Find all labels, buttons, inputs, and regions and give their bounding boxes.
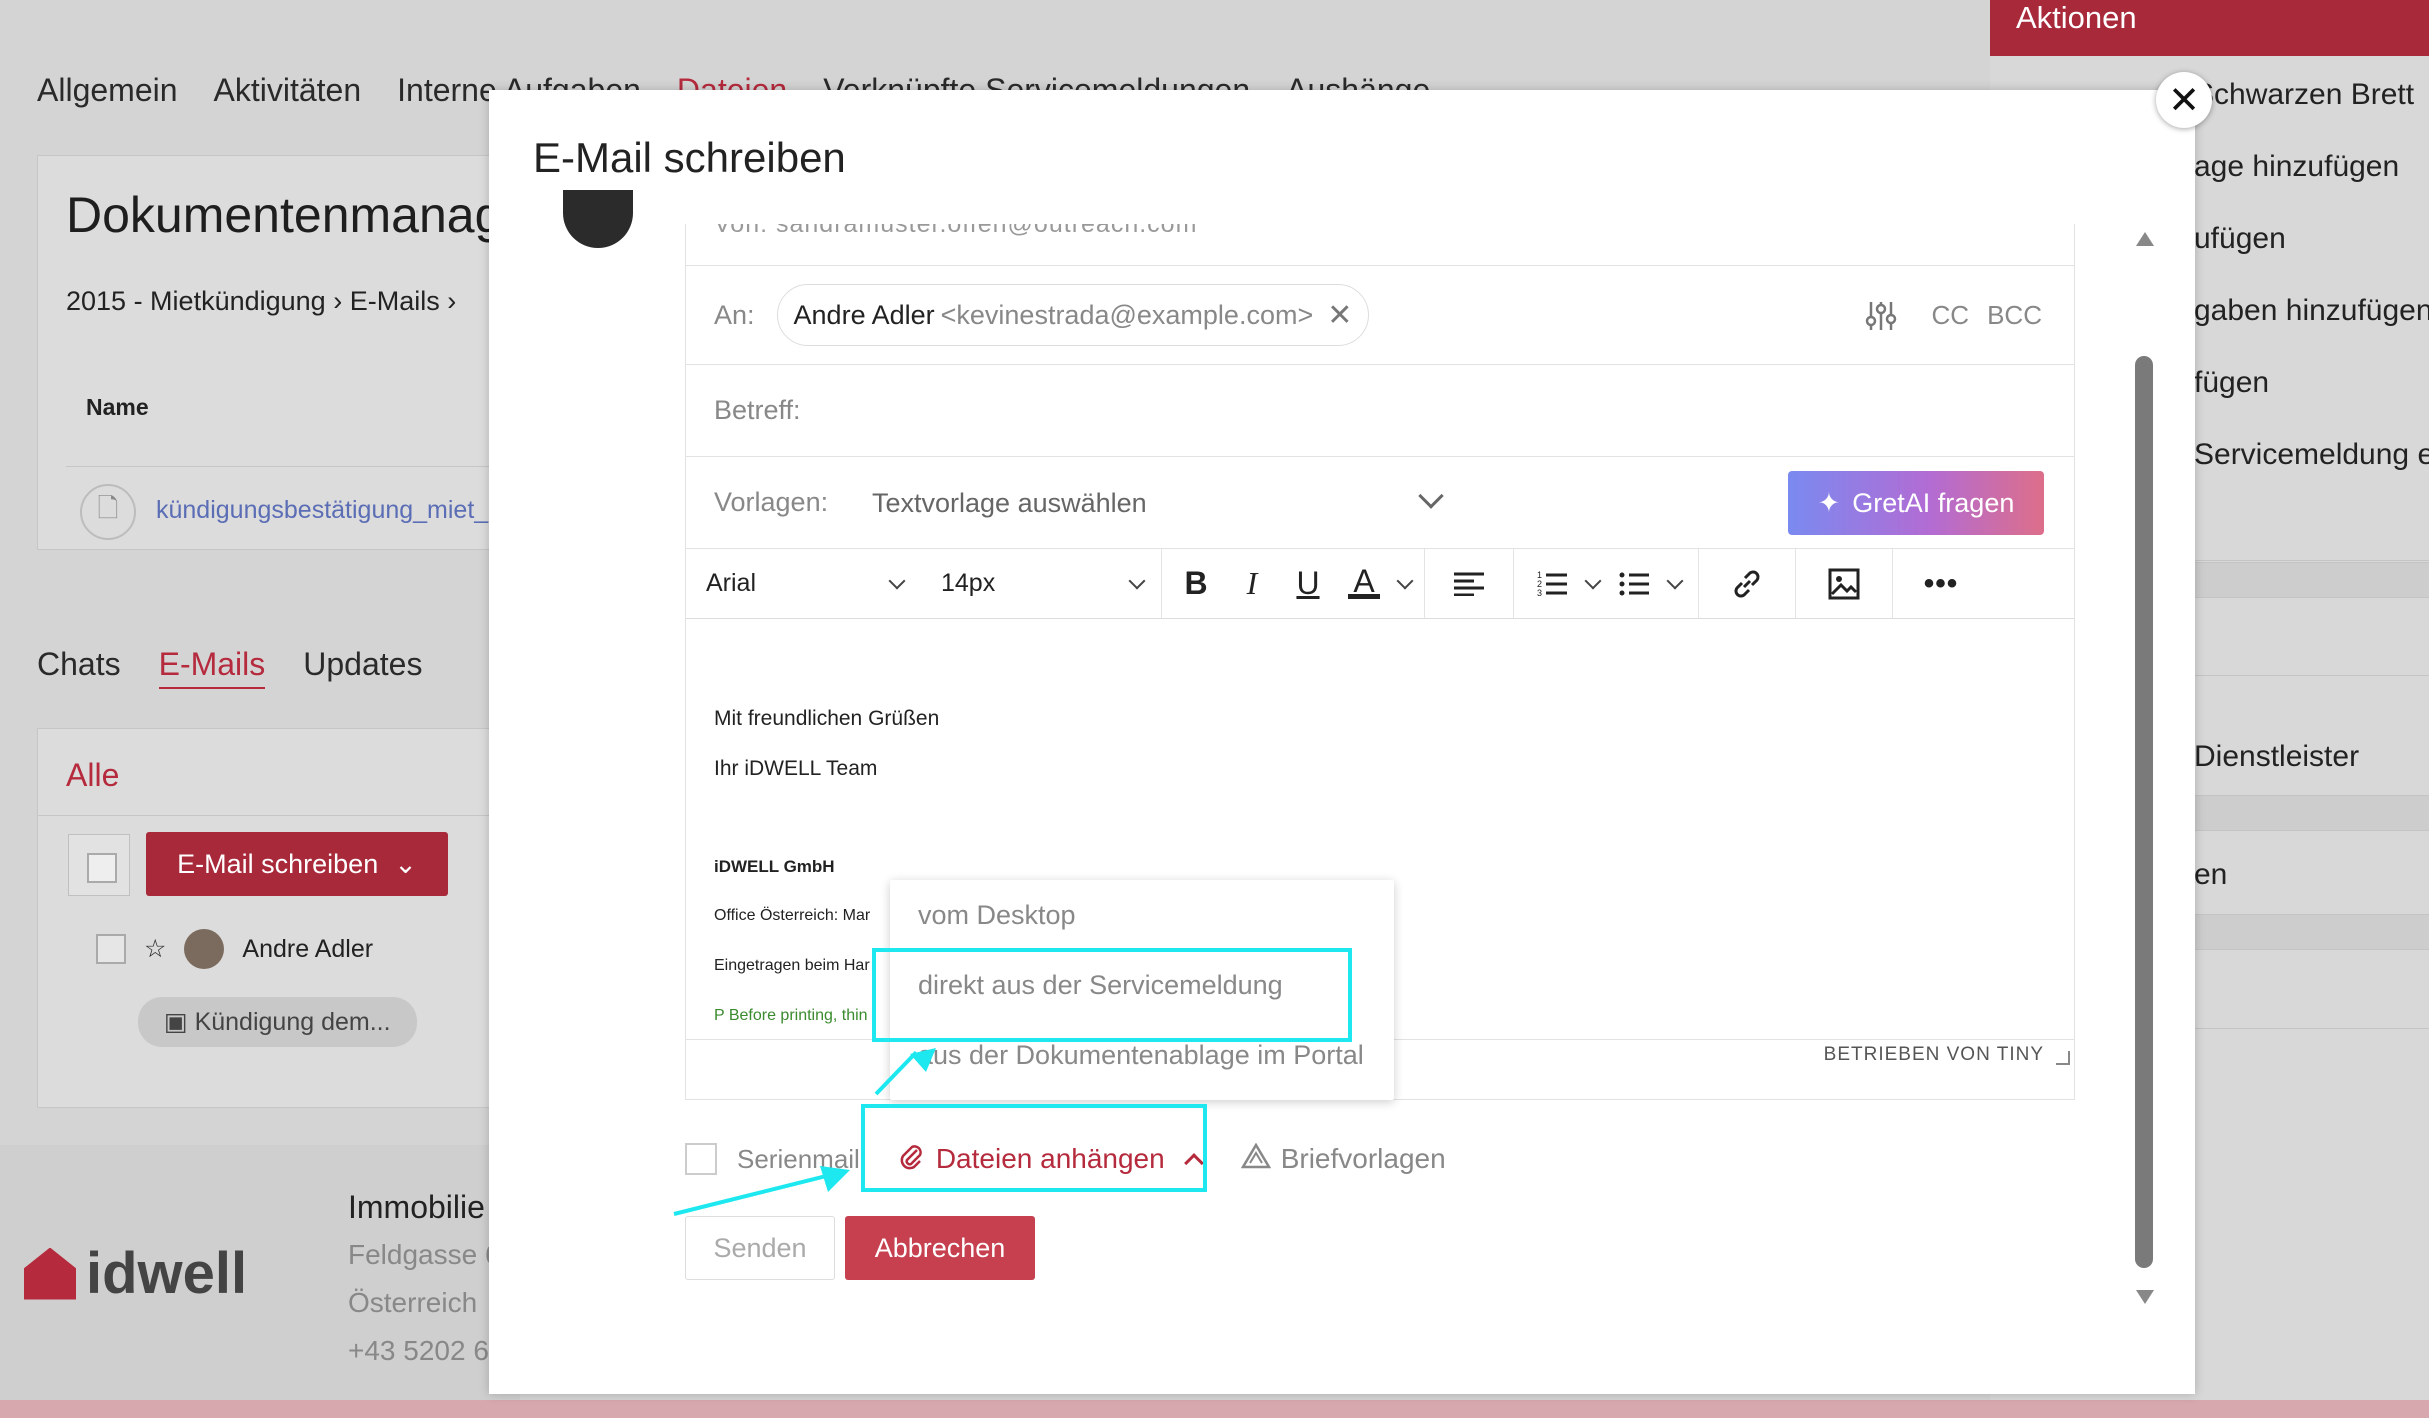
arrow-head-icon <box>820 1166 850 1192</box>
font-family-select[interactable]: Arial <box>686 569 921 598</box>
chevron-down-icon <box>888 572 906 589</box>
align-left-icon[interactable] <box>1441 556 1497 612</box>
menu-item-desktop[interactable]: vom Desktop <box>918 900 1076 931</box>
cancel-button[interactable]: Abbrechen <box>845 1216 1035 1280</box>
gretai-button[interactable]: ✦ GretAI fragen <box>1788 471 2044 535</box>
tab-chats[interactable]: Chats <box>37 646 121 689</box>
tab-aktivitaeten[interactable]: Aktivitäten <box>214 72 362 109</box>
close-icon[interactable]: ✕ <box>2156 72 2212 128</box>
underline-icon[interactable]: U <box>1280 556 1336 612</box>
cc-toggle[interactable]: CC <box>1932 300 1970 331</box>
page-footer: idwell Immobilie Feldgasse 6 Österreich … <box>0 1145 520 1400</box>
italic-icon[interactable]: I <box>1224 556 1280 612</box>
recipient-chip[interactable]: Andre Adler <kevinestrada@example.com> ✕ <box>776 284 1370 346</box>
template-row: Vorlagen: Textvorlage auswählen ✦ GretAI… <box>686 457 2074 549</box>
tab-updates[interactable]: Updates <box>303 646 422 689</box>
editor-toolbar: Arial 14px B I U A 1 2 3 ••• <box>686 549 2074 619</box>
resize-handle-icon[interactable] <box>2056 1051 2070 1065</box>
calendar-icon: ▣ <box>164 1008 195 1036</box>
bcc-toggle[interactable]: BCC <box>1987 300 2042 331</box>
documents-card: Dokumentenmanag 2015 - Mietkündigung › E… <box>37 155 502 550</box>
sender-avatar <box>563 190 633 248</box>
tab-allgemein[interactable]: Allgemein <box>37 72 178 109</box>
email-list-item[interactable]: ☆ Andre Adler <box>96 929 373 969</box>
row-checkbox[interactable] <box>96 934 126 964</box>
modal-title: E-Mail schreiben <box>533 134 846 181</box>
email-compose-modal: E-Mail schreiben Von: sandramuster.offen… <box>489 90 2195 1394</box>
sliders-icon[interactable] <box>1864 299 1898 333</box>
email-list-card: Alle E-Mail schreiben ⌄ ☆ Andre Adler ▣ … <box>37 728 497 1108</box>
bullet-list-icon[interactable] <box>1606 556 1662 612</box>
menu-item-dokumentenablage[interactable]: aus der Dokumentenablage im Portal <box>918 1040 1364 1071</box>
numbered-list-icon[interactable]: 123 <box>1524 556 1580 612</box>
triangle-icon <box>1240 1142 1271 1176</box>
avatar <box>184 929 225 969</box>
sparkle-icon: ✦ <box>1817 487 1841 518</box>
letter-templates-button[interactable]: Briefvorlagen <box>1240 1142 1446 1176</box>
more-icon[interactable]: ••• <box>1913 556 1969 612</box>
link-icon[interactable] <box>1719 556 1775 612</box>
highlight-attach <box>861 1104 1207 1192</box>
template-label: Vorlagen: <box>714 487 829 517</box>
documents-title: Dokumentenmanag <box>66 187 503 243</box>
email-subject-pill[interactable]: ▣ Kündigung dem... <box>138 997 417 1047</box>
chevron-down-icon[interactable] <box>1662 572 1688 589</box>
to-label: An: <box>714 299 755 330</box>
house-logo-icon <box>24 1247 76 1300</box>
breadcrumb: 2015 - Mietkündigung › E-Mails › <box>66 286 457 316</box>
star-icon[interactable]: ☆ <box>144 934 166 964</box>
select-all-checkbox[interactable] <box>68 834 130 896</box>
from-row: Von: sandramuster.offen@outreach.com <box>686 224 2074 266</box>
remove-recipient-icon[interactable]: ✕ <box>1327 298 1352 333</box>
scroll-up-icon[interactable] <box>2136 232 2154 246</box>
template-select[interactable]: Textvorlage auswählen <box>872 457 1444 549</box>
breadcrumb-item[interactable]: 2015 - Mietkündigung <box>66 286 326 316</box>
to-row[interactable]: An: Andre Adler <kevinestrada@example.co… <box>686 266 2074 365</box>
subject-row[interactable]: Betreff: <box>686 365 2074 457</box>
file-link[interactable]: kündigungsbestätigung_miet_ <box>156 496 488 525</box>
chevron-down-icon <box>1128 572 1146 589</box>
communication-tabs: Chats E-Mails Updates <box>37 646 422 689</box>
chevron-down-icon[interactable] <box>1392 572 1418 589</box>
write-email-button[interactable]: E-Mail schreiben ⌄ <box>146 832 448 896</box>
arrow-head-icon <box>910 1048 936 1072</box>
idwell-logo: idwell <box>24 1240 247 1307</box>
footer-address: Immobilie Feldgasse 6 Österreich +43 520… <box>348 1189 505 1366</box>
text-color-icon[interactable]: A <box>1336 556 1392 612</box>
actions-header: Aktionen <box>1990 0 2429 56</box>
column-header-name: Name <box>86 394 149 420</box>
font-size-select[interactable]: 14px <box>921 569 1161 598</box>
file-icon: 🗋 <box>80 484 136 540</box>
subject-input[interactable]: Betreff: <box>714 395 801 426</box>
send-button[interactable]: Senden <box>685 1216 835 1280</box>
email-sender: Andre Adler <box>242 934 374 963</box>
bold-icon[interactable]: B <box>1168 556 1224 612</box>
chevron-down-icon <box>1418 483 1444 509</box>
modal-scrollbar[interactable] <box>2131 232 2157 1304</box>
chevron-down-icon[interactable] <box>1580 572 1606 589</box>
filter-alle[interactable]: Alle <box>66 757 119 794</box>
serial-mail-checkbox[interactable] <box>685 1143 717 1175</box>
tab-emails[interactable]: E-Mails <box>158 646 266 689</box>
tiny-credit[interactable]: BETRIEBEN VON TINY <box>1824 1044 2044 1066</box>
scroll-thumb[interactable] <box>2135 356 2153 1268</box>
chevron-down-icon: ⌄ <box>394 848 417 879</box>
highlight-servicemeldung <box>872 948 1352 1042</box>
scroll-down-icon[interactable] <box>2136 1290 2154 1304</box>
image-icon[interactable] <box>1816 556 1872 612</box>
breadcrumb-item[interactable]: E-Mails <box>350 286 440 316</box>
svg-text:3: 3 <box>1537 588 1542 598</box>
